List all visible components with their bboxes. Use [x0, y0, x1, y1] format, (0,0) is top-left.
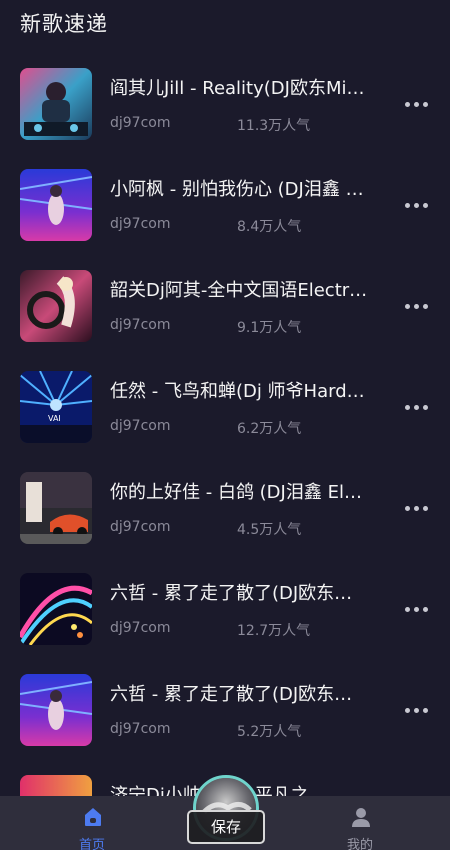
song-source: dj97com — [110, 620, 171, 636]
song-cover — [20, 270, 92, 342]
song-popularity: 4.5万人气 — [237, 522, 302, 538]
song-title: 任然 - 飞鸟和蝉(Dj 师爷Hard… — [110, 381, 365, 402]
svg-text:VAI: VAI — [48, 414, 61, 423]
song-title: 韶关Dj阿其-全中文国语Electr… — [110, 280, 368, 301]
song-title: 你的上好佳 - 白鸽 (DJ泪鑫 El… — [110, 482, 362, 503]
more-dots-icon[interactable] — [405, 195, 431, 215]
song-item[interactable]: 韶关Dj阿其-全中文国语Electr… dj97com 9.1万人气 — [0, 270, 450, 342]
more-dots-icon[interactable] — [405, 397, 431, 417]
song-source: dj97com — [110, 418, 171, 434]
song-source: dj97com — [110, 115, 171, 131]
song-source: dj97com — [110, 216, 171, 232]
tab-home-label: 首页 — [78, 838, 105, 850]
more-dots-icon[interactable] — [405, 700, 431, 720]
song-item[interactable]: 六哲 - 累了走了散了(DJ欧东… dj97com 5.2万人气 — [0, 674, 450, 746]
song-title: 阎其儿Jill - Reality(DJ欧东Mi… — [110, 78, 365, 99]
song-item[interactable]: 六哲 - 累了走了散了(DJ欧东… dj97com 12.7万人气 — [0, 573, 450, 645]
song-popularity: 6.2万人气 — [237, 421, 302, 437]
page-title: 新歌速递 — [20, 12, 108, 36]
tab-me-label: 我的 — [346, 838, 373, 850]
tab-me[interactable]: 我的 — [320, 796, 400, 850]
song-popularity: 5.2万人气 — [237, 724, 302, 740]
song-cover — [20, 68, 92, 140]
song-item[interactable]: 你的上好佳 - 白鸽 (DJ泪鑫 El… dj97com 4.5万人气 — [0, 472, 450, 544]
more-dots-icon[interactable] — [405, 296, 431, 316]
tab-home[interactable]: 首页 — [52, 796, 132, 850]
song-source: dj97com — [110, 721, 171, 737]
song-title: 小阿枫 - 别怕我伤心 (DJ泪鑫 … — [110, 179, 364, 200]
song-title: 六哲 - 累了走了散了(DJ欧东… — [110, 684, 353, 705]
song-item[interactable]: VAI 任然 - 飞鸟和蝉(Dj 师爷Hard… dj97com 6.2万人气 — [0, 371, 450, 443]
song-item[interactable]: 阎其儿Jill - Reality(DJ欧东Mi… dj97com 11.3万人… — [0, 68, 450, 140]
song-source: dj97com — [110, 519, 171, 535]
song-cover — [20, 169, 92, 241]
song-item[interactable]: 小阿枫 - 别怕我伤心 (DJ泪鑫 … dj97com 8.4万人气 — [0, 169, 450, 241]
song-popularity: 12.7万人气 — [237, 623, 311, 639]
more-dots-icon[interactable] — [405, 498, 431, 518]
save-button[interactable]: 保存 — [187, 810, 265, 844]
song-title: 六哲 - 累了走了散了(DJ欧东… — [110, 583, 353, 604]
song-cover — [20, 573, 92, 645]
song-popularity: 11.3万人气 — [237, 118, 311, 134]
song-cover — [20, 674, 92, 746]
person-icon — [352, 808, 370, 827]
song-cover: VAI — [20, 371, 92, 443]
more-dots-icon[interactable] — [405, 599, 431, 619]
song-popularity: 8.4万人气 — [237, 219, 302, 235]
song-source: dj97com — [110, 317, 171, 333]
more-dots-icon[interactable] — [405, 94, 431, 114]
song-popularity: 9.1万人气 — [237, 320, 302, 336]
home-icon — [85, 808, 101, 826]
song-cover — [20, 472, 92, 544]
